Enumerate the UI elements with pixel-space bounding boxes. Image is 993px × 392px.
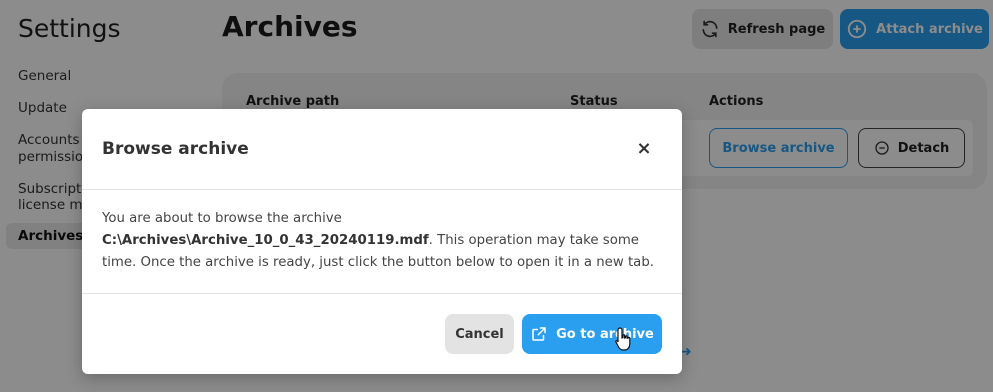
hand-cursor-icon <box>615 327 631 351</box>
dialog-message: You are about to browse the archive C:\A… <box>102 208 672 274</box>
dialog-footer-divider <box>82 293 682 294</box>
dialog-title: Browse archive <box>102 139 249 159</box>
dialog-header-divider <box>82 189 682 190</box>
cancel-button[interactable]: Cancel <box>445 314 514 354</box>
external-link-icon <box>532 327 546 341</box>
go-to-archive-button[interactable]: Go to archive <box>522 314 662 354</box>
dialog-message-prefix: You are about to browse the archive <box>102 211 342 226</box>
go-to-archive-label: Go to archive <box>556 326 654 342</box>
close-icon[interactable]: × <box>630 137 658 161</box>
dialog-archive-path: C:\Archives\Archive_10_0_43_20240119.mdf <box>102 233 429 248</box>
